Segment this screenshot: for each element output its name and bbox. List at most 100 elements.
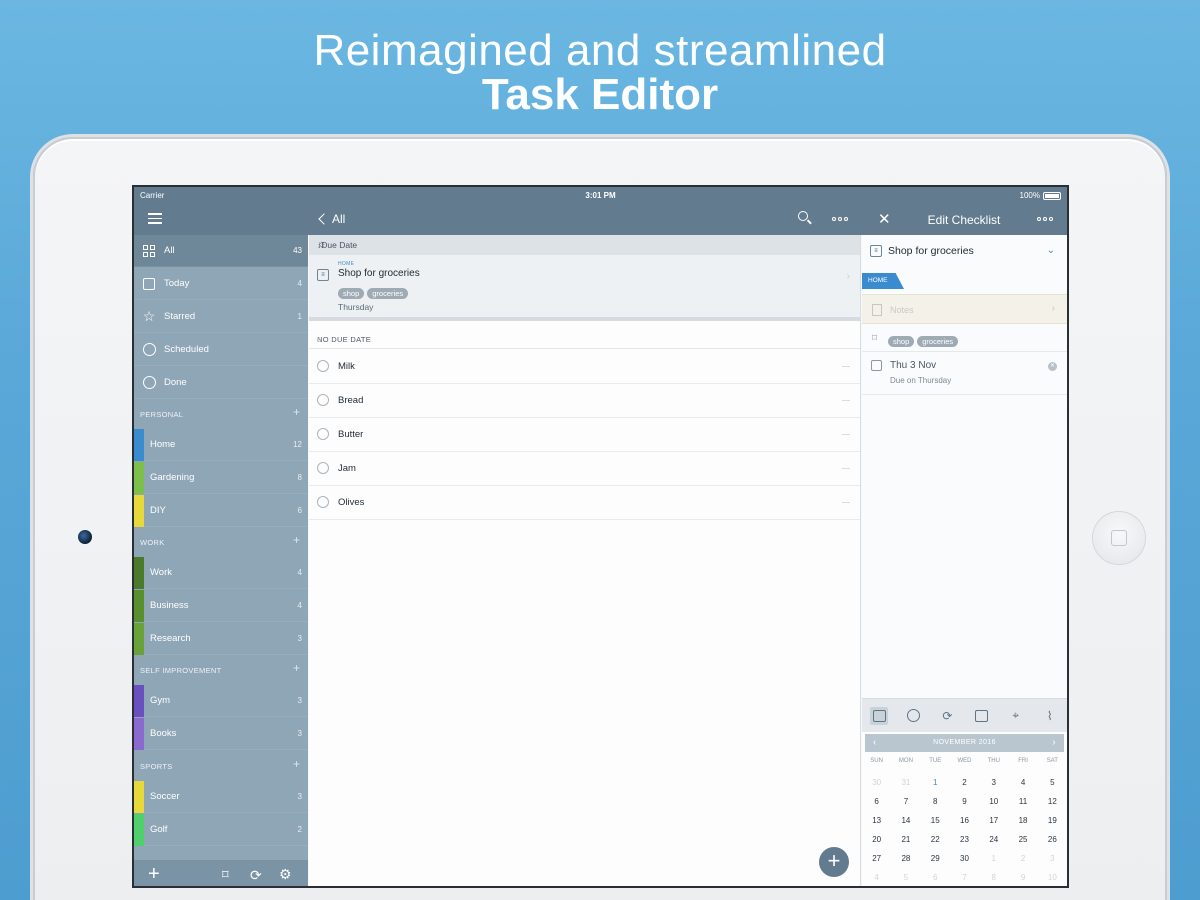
sun-icon[interactable]: ☼ xyxy=(317,239,852,250)
add-list-icon[interactable]: + xyxy=(293,405,300,419)
chevron-down-icon[interactable]: ⌄ xyxy=(1047,245,1055,256)
attachment-icon[interactable]: ⌇ xyxy=(1041,707,1059,725)
calendar-day[interactable]: 25 xyxy=(1008,830,1037,849)
calendar-day[interactable]: 20 xyxy=(862,830,891,849)
sidebar-list-gym[interactable]: Gym 3 xyxy=(134,685,308,717)
checkbox[interactable] xyxy=(317,360,329,372)
sidebar-item-all[interactable]: All 43 xyxy=(134,235,308,267)
calendar-day[interactable]: 7 xyxy=(891,792,920,811)
calendar-day[interactable]: 14 xyxy=(891,811,920,830)
calendar-day[interactable]: 5 xyxy=(891,868,920,886)
sidebar-list-gardening[interactable]: Gardening 8 xyxy=(134,462,308,494)
due-date-row[interactable]: Thu 3 Nov Due on Thursday ✕ xyxy=(862,352,1067,395)
calendar-day[interactable]: 21 xyxy=(891,830,920,849)
calendar-day[interactable]: 7 xyxy=(950,868,979,886)
sidebar-list-work[interactable]: Work 4 xyxy=(134,557,308,589)
sort-header[interactable]: ↓Due Date ☼ xyxy=(309,235,860,255)
calendar-day[interactable]: 11 xyxy=(1008,792,1037,811)
calendar-day[interactable]: 18 xyxy=(1008,811,1037,830)
calendar-day[interactable]: 5 xyxy=(1038,773,1067,792)
calendar-day[interactable]: 22 xyxy=(921,830,950,849)
sync-icon[interactable]: ⟳ xyxy=(250,867,262,884)
tag-icon[interactable]: ⌑ xyxy=(222,867,229,883)
calendar-day[interactable]: 30 xyxy=(862,773,891,792)
add-list-icon[interactable]: + xyxy=(293,533,300,547)
sidebar-list-diy[interactable]: DIY 6 xyxy=(134,495,308,527)
calendar-day[interactable]: 1 xyxy=(921,773,950,792)
calendar-day[interactable]: 6 xyxy=(921,868,950,886)
drag-handle-icon[interactable] xyxy=(842,434,850,435)
gear-icon[interactable]: ⚙ xyxy=(279,866,292,883)
tags-row[interactable]: ⌑ shop groceries xyxy=(862,324,1067,352)
sidebar-item-today[interactable]: Today 4 xyxy=(134,268,308,300)
calendar-day[interactable]: 9 xyxy=(1008,868,1037,886)
hamburger-icon[interactable] xyxy=(148,213,162,225)
sidebar-item-starred[interactable]: ☆ Starred 1 xyxy=(134,301,308,333)
sidebar-item-scheduled[interactable]: Scheduled xyxy=(134,334,308,366)
calendar-day[interactable]: 31 xyxy=(891,773,920,792)
list-item[interactable]: Butter xyxy=(309,418,860,452)
chevron-left-icon[interactable]: ‹ xyxy=(873,734,877,752)
close-icon[interactable]: ✕ xyxy=(878,210,891,228)
selected-task-row[interactable]: ≡ HOME Shop for groceries shop groceries … xyxy=(309,255,860,321)
calendar-day[interactable]: 19 xyxy=(1038,811,1067,830)
sidebar-list-home[interactable]: Home 12 xyxy=(134,429,308,461)
calendar-day[interactable]: 8 xyxy=(921,792,950,811)
calendar-day[interactable]: 28 xyxy=(891,849,920,868)
alarm-clock-icon[interactable] xyxy=(904,707,922,725)
editor-task-header[interactable]: ≡ Shop for groceries ⌄ xyxy=(862,235,1067,271)
calendar-day[interactable]: 6 xyxy=(862,792,891,811)
editor-task-title[interactable]: Shop for groceries xyxy=(888,245,974,257)
calendar-day[interactable]: 26 xyxy=(1038,830,1067,849)
sidebar-item-done[interactable]: Done xyxy=(134,367,308,399)
chevron-right-icon[interactable]: › xyxy=(1052,734,1056,752)
drag-handle-icon[interactable] xyxy=(842,468,850,469)
location-pin-icon[interactable]: ⌖ xyxy=(1007,707,1025,725)
checkbox[interactable] xyxy=(317,394,329,406)
calendar-day[interactable]: 2 xyxy=(1008,849,1037,868)
calendar-day[interactable]: 10 xyxy=(1038,868,1067,886)
sidebar-list-books[interactable]: Books 3 xyxy=(134,718,308,750)
list-item[interactable]: Jam xyxy=(309,452,860,486)
calendar-day[interactable]: 16 xyxy=(950,811,979,830)
checkbox[interactable] xyxy=(317,428,329,440)
calendar-day[interactable]: 17 xyxy=(979,811,1008,830)
calendar-day[interactable]: 10 xyxy=(979,792,1008,811)
calendar-day[interactable]: 3 xyxy=(1038,849,1067,868)
calendar-day[interactable]: 30 xyxy=(950,849,979,868)
calendar-day[interactable]: 4 xyxy=(862,868,891,886)
list-badge[interactable]: HOME xyxy=(862,273,904,289)
calendar-day[interactable]: 8 xyxy=(979,868,1008,886)
search-icon[interactable] xyxy=(798,211,812,225)
calendar-day[interactable]: 12 xyxy=(1038,792,1067,811)
sidebar-list-business[interactable]: Business 4 xyxy=(134,590,308,622)
more-options-icon[interactable] xyxy=(832,217,848,221)
checkbox[interactable] xyxy=(317,496,329,508)
calendar-day[interactable]: 27 xyxy=(862,849,891,868)
add-task-button[interactable]: + xyxy=(819,847,849,877)
tag-chip[interactable]: groceries xyxy=(917,336,959,347)
list-item[interactable]: Olives xyxy=(309,486,860,520)
editor-more-icon[interactable] xyxy=(1037,217,1053,221)
calendar-day[interactable]: 15 xyxy=(921,811,950,830)
add-list-icon[interactable]: + xyxy=(293,661,300,675)
add-icon[interactable]: + xyxy=(148,863,160,886)
calendar-day[interactable]: 4 xyxy=(1008,773,1037,792)
checkbox[interactable] xyxy=(317,462,329,474)
calendar-day[interactable]: 24 xyxy=(979,830,1008,849)
list-item[interactable]: Milk xyxy=(309,350,860,384)
drag-handle-icon[interactable] xyxy=(842,400,850,401)
sidebar-list-research[interactable]: Research 3 xyxy=(134,623,308,655)
calendar-day[interactable]: 23 xyxy=(950,830,979,849)
drag-handle-icon[interactable] xyxy=(842,502,850,503)
calendar-day[interactable]: 1 xyxy=(979,849,1008,868)
calendar-day[interactable]: 29 xyxy=(921,849,950,868)
add-list-icon[interactable]: + xyxy=(293,757,300,771)
sidebar-list-golf[interactable]: Golf 2 xyxy=(134,814,308,846)
calendar-icon[interactable] xyxy=(870,706,889,725)
list-item[interactable]: Bread xyxy=(309,384,860,418)
drag-handle-icon[interactable] xyxy=(842,366,850,367)
calendar-day[interactable]: 9 xyxy=(950,792,979,811)
clear-date-icon[interactable]: ✕ xyxy=(1048,362,1057,371)
home-button[interactable] xyxy=(1093,512,1145,564)
